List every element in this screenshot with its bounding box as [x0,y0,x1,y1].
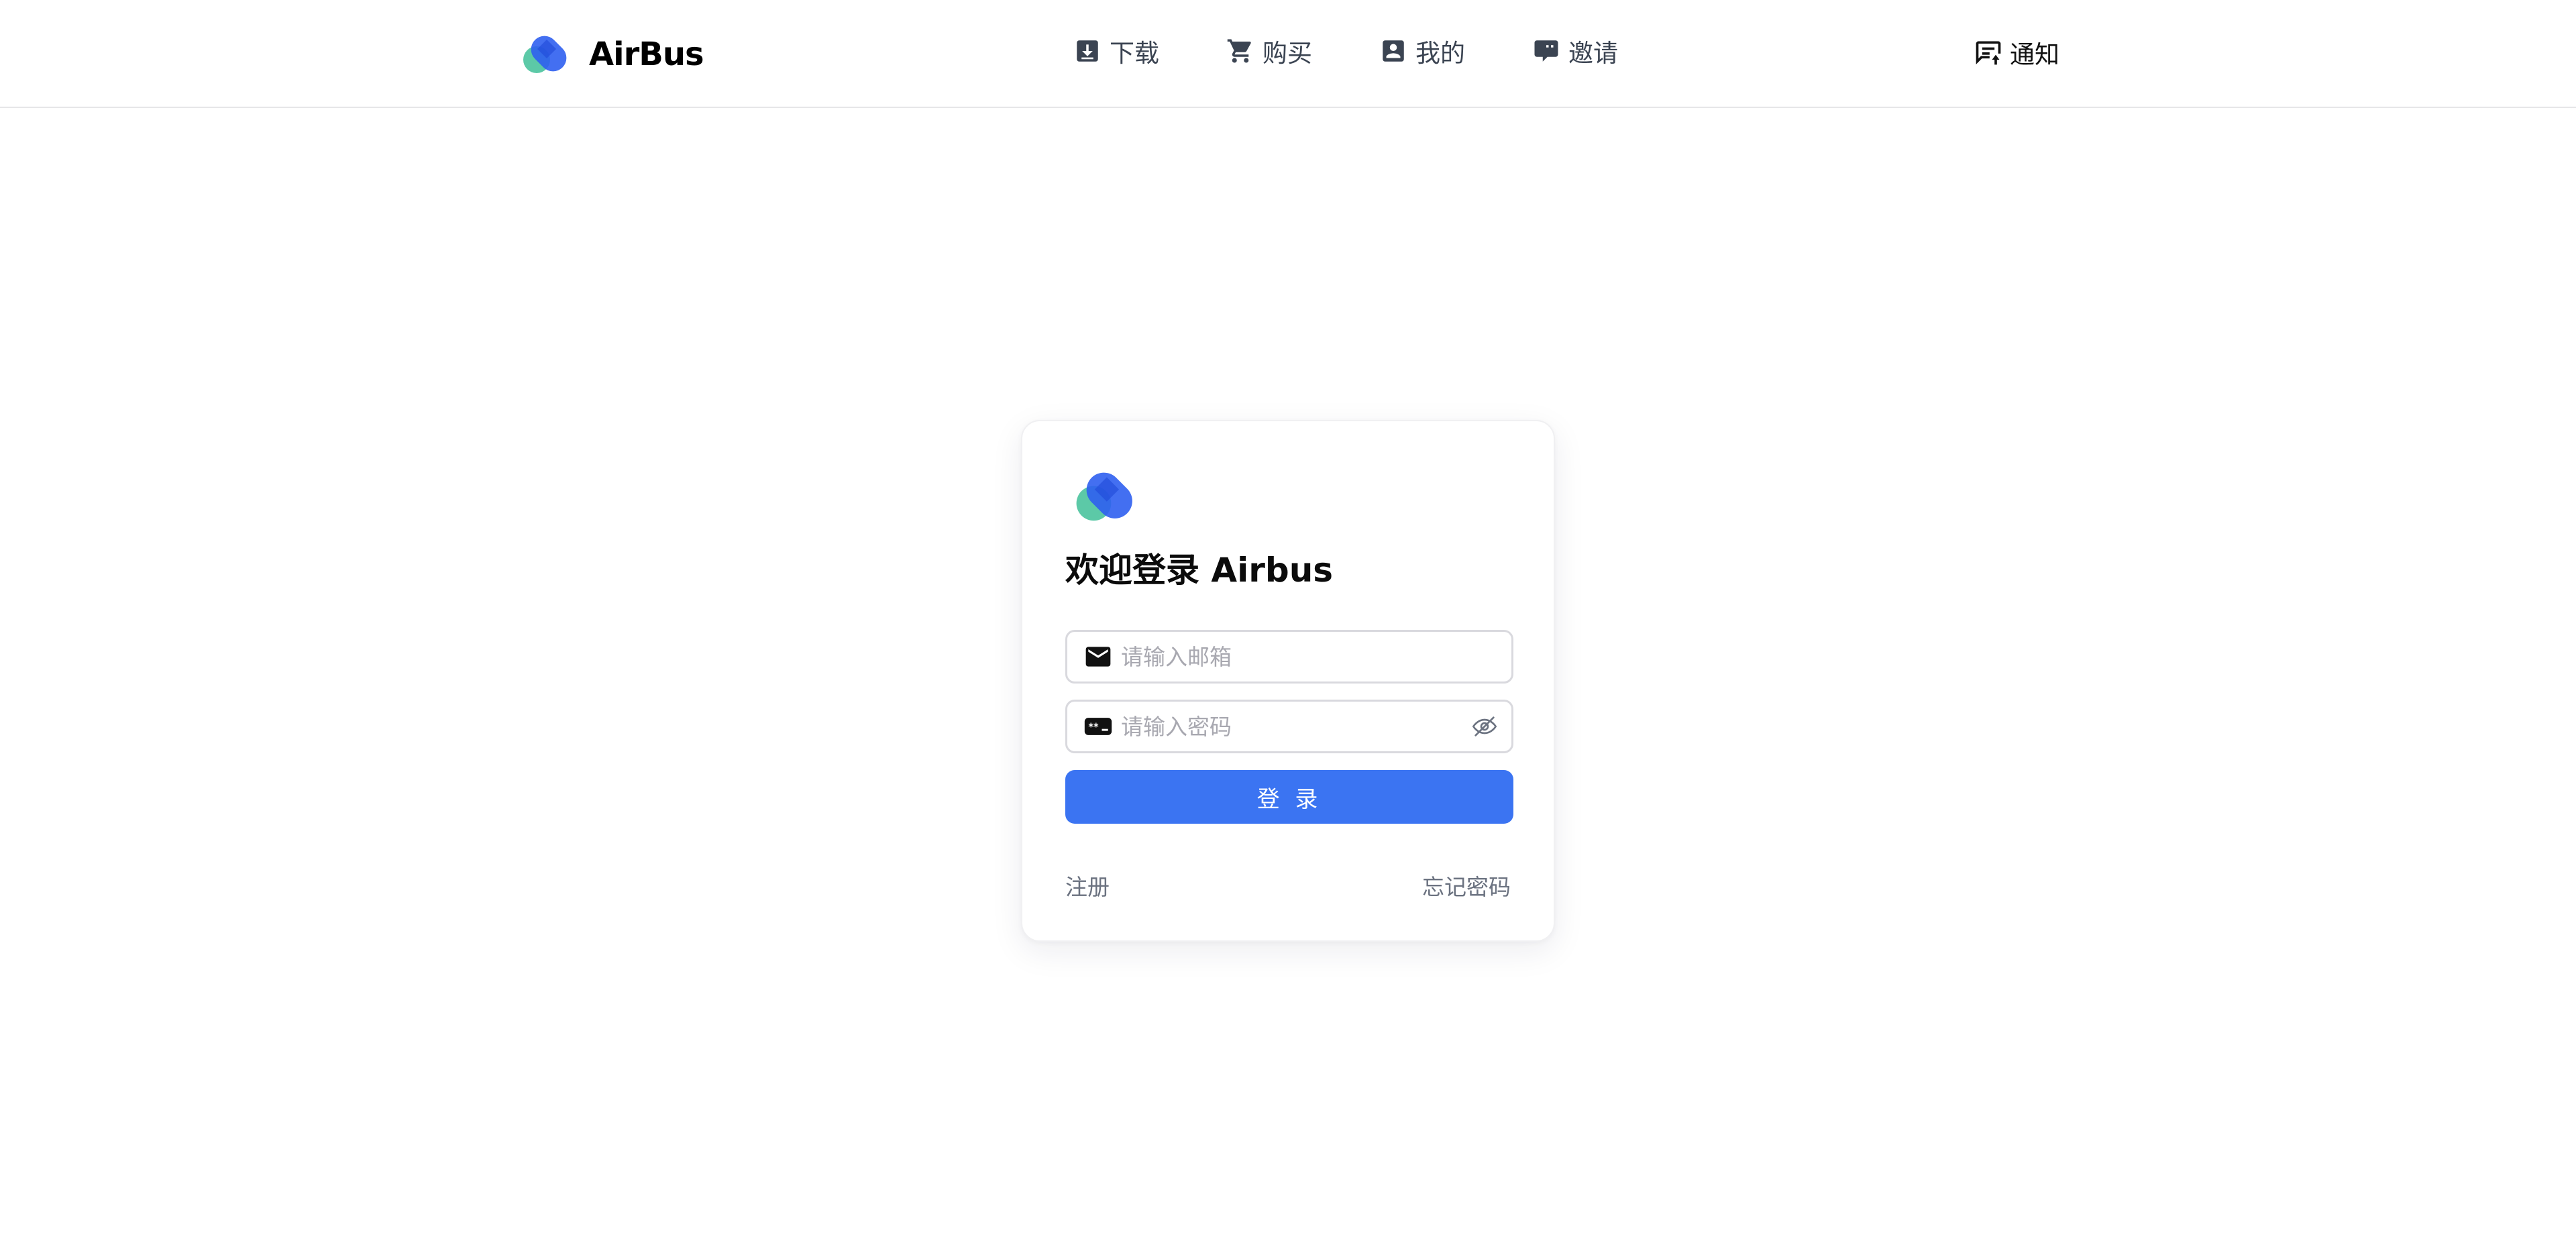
login-card: 欢迎登录 Airbus ** 登 录 注册 忘记密码 [1021,420,1555,942]
password-input[interactable] [1121,703,1471,750]
brand-name: AirBus [589,36,704,73]
main-nav: 下载 购买 我的 邀请 [1073,34,1618,68]
password-field[interactable]: ** [1065,700,1513,753]
airbus-logo-icon [1076,472,1132,521]
nav-item-mine[interactable]: 我的 [1379,33,1465,69]
svg-text:**: ** [1088,722,1099,733]
eye-off-icon[interactable] [1471,713,1498,740]
nav-label: 邀请 [1568,39,1618,68]
account-box-icon [1383,40,1404,62]
email-input[interactable] [1121,633,1511,680]
download-box-icon [1077,40,1098,62]
cart-icon [1227,39,1251,63]
nav-item-invite[interactable]: 邀请 [1532,33,1618,69]
register-link[interactable]: 注册 [1065,869,1110,902]
airbus-logo-icon [523,36,567,73]
notification-button[interactable]: 通知 [1974,35,2059,70]
nav-label: 购买 [1263,39,1312,68]
login-title: 欢迎登录 Airbus [1065,551,1334,590]
email-field[interactable] [1065,630,1513,684]
notification-label: 通知 [2010,40,2059,69]
email-icon [1085,647,1111,667]
login-button[interactable]: 登 录 [1065,770,1513,824]
notification-message-icon [1976,41,2001,65]
forgot-password-link[interactable]: 忘记密码 [1422,869,1511,902]
nav-item-buy[interactable]: 购买 [1226,33,1312,69]
password-icon: ** [1084,718,1112,735]
nav-label: 我的 [1415,39,1465,68]
nav-item-download[interactable]: 下载 [1073,33,1159,69]
brand[interactable]: AirBus [515,32,704,77]
nav-label: 下载 [1110,39,1159,68]
chat-bubble-icon [1534,40,1558,62]
top-navigation-bar: AirBus 下载 购买 我的 邀请 通知 [0,0,2576,108]
